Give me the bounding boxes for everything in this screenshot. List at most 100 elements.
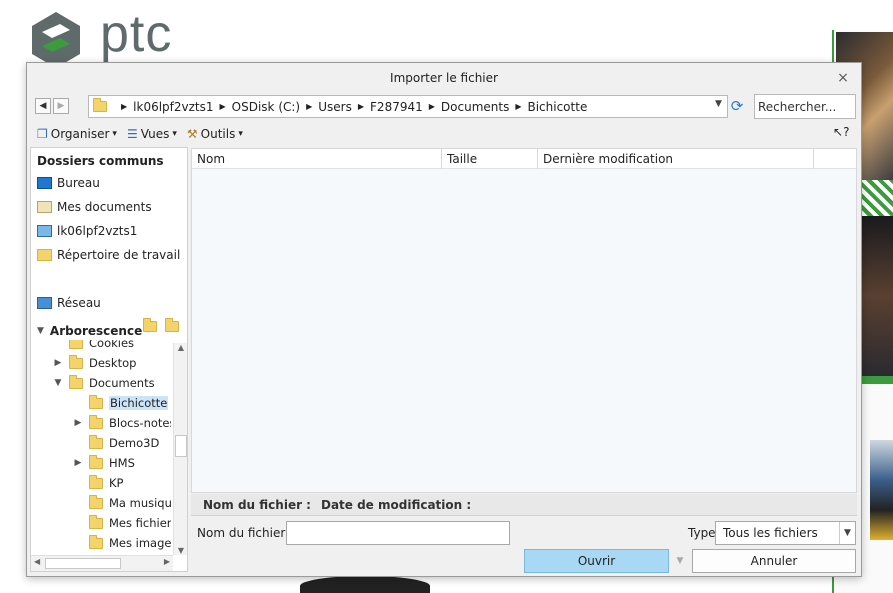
common-folder-label: lk06lpf2vzts1	[57, 224, 138, 238]
breadcrumb-separator-icon[interactable]: ▶	[121, 102, 127, 111]
breadcrumb-separator-icon[interactable]: ▶	[429, 102, 435, 111]
chevron-down-icon: ▾	[112, 129, 117, 139]
column-name[interactable]: Nom	[192, 149, 442, 169]
ptc-logo-text: ptc	[100, 5, 173, 63]
address-dropdown-icon[interactable]: ▼	[715, 99, 722, 109]
tools-label: Outils	[200, 127, 236, 141]
collapse-triangle-icon[interactable]: ▼	[53, 378, 63, 388]
new-folder-icon[interactable]	[143, 318, 159, 335]
tree-node[interactable]: Mes images	[73, 534, 171, 550]
desktop-icon	[37, 177, 52, 189]
file-list-header: Nom Taille Dernière modification	[192, 149, 856, 169]
tree-horizontal-scrollbar[interactable]: ◀ ▶	[31, 555, 173, 571]
folder-icon	[89, 394, 103, 409]
scroll-right-icon[interactable]: ▶	[164, 557, 170, 566]
common-folder-label: Répertoire de travail	[57, 248, 181, 262]
scroll-up-icon[interactable]: ▲	[174, 343, 188, 352]
common-folder-my-documents[interactable]: Mes documents	[37, 200, 152, 214]
type-select[interactable]: Tous les fichiers ▼	[715, 521, 856, 545]
tree-node[interactable]: KP	[73, 474, 123, 490]
column-modified[interactable]: Dernière modification	[538, 149, 814, 169]
organize-icon: ❐	[37, 127, 48, 141]
filename-label: Nom du fichier :	[197, 526, 294, 540]
organize-label: Organiser	[50, 127, 110, 141]
folder-icon	[93, 98, 107, 112]
file-info-bar: Nom du fichier : Date de modification :	[191, 494, 857, 516]
breadcrumb-separator-icon[interactable]: ▶	[220, 102, 226, 111]
type-value: Tous les fichiers	[723, 526, 818, 540]
folder-browse-icon[interactable]	[165, 318, 181, 335]
tree-node[interactable]: ▶ HMS	[73, 454, 135, 470]
help-pointer-icon[interactable]: ↖?	[833, 125, 849, 139]
views-menu[interactable]: ☰ Vues ▾	[127, 127, 177, 141]
tree-vertical-scrollbar[interactable]: ▲ ▼	[173, 343, 187, 555]
folder-icon	[69, 374, 83, 389]
background-image-part	[870, 440, 893, 540]
breadcrumb-separator-icon[interactable]: ▶	[306, 102, 312, 111]
chevron-down-icon[interactable]: ▼	[839, 522, 855, 544]
tree-heading[interactable]: ▼ Arborescence	[37, 324, 142, 338]
refresh-icon[interactable]: ⟳	[728, 97, 746, 116]
folder-tree: Cookies ▶ Desktop ▼ Documents Bichicotte ▶…	[31, 340, 171, 552]
expand-triangle-icon[interactable]: ▶	[73, 458, 83, 468]
common-folder-working-directory[interactable]: Répertoire de travail	[37, 248, 180, 262]
screen: ptc Importer le fichier × ◀ ▶ ▶ lk06lpf2…	[0, 0, 893, 593]
background-image-seat	[862, 216, 893, 376]
file-list[interactable]: Nom Taille Dernière modification	[191, 148, 857, 493]
tree-node[interactable]: Ma musique	[73, 494, 171, 510]
tree-node[interactable]: ▼ Documents	[53, 374, 155, 390]
common-folder-computer[interactable]: lk06lpf2vzts1	[37, 224, 137, 238]
common-folder-network[interactable]: Réseau	[37, 296, 101, 310]
breadcrumb-disk[interactable]: OSDisk (C:)	[232, 100, 300, 114]
tree-title: Arborescence	[49, 324, 143, 338]
back-arrow-icon[interactable]: ◀	[35, 98, 51, 114]
chevron-down-icon: ▾	[238, 129, 243, 139]
organize-menu[interactable]: ❐ Organiser ▾	[37, 127, 117, 141]
forward-arrow-icon[interactable]: ▶	[53, 98, 69, 114]
info-date-label: Date de modification :	[320, 497, 472, 512]
breadcrumb-separator-icon[interactable]: ▶	[358, 102, 364, 111]
close-button[interactable]: ×	[833, 63, 853, 93]
open-button[interactable]: Ouvrir	[524, 549, 669, 573]
documents-icon	[37, 201, 52, 213]
tree-node[interactable]: Cookies	[53, 340, 134, 350]
breadcrumb-separator-icon[interactable]: ▶	[515, 102, 521, 111]
tree-node[interactable]: Demo3D	[73, 434, 159, 450]
navigation-panel: Dossiers communs Bureau Mes documents lk…	[30, 147, 188, 572]
working-directory-icon	[37, 249, 52, 261]
import-file-dialog: Importer le fichier × ◀ ▶ ▶ lk06lpf2vzts…	[26, 62, 862, 577]
tools-menu[interactable]: ⚒ Outils ▾	[187, 127, 243, 141]
info-filename-label: Nom du fichier :	[203, 497, 311, 512]
folder-icon	[89, 514, 103, 529]
scrollbar-thumb[interactable]	[175, 435, 187, 457]
background-shape	[300, 576, 430, 593]
column-size[interactable]: Taille	[442, 149, 538, 169]
breadcrumb-documents[interactable]: Documents	[441, 100, 509, 114]
common-folder-label: Bureau	[57, 176, 100, 190]
tree-node[interactable]: Mes fichiers	[73, 514, 171, 530]
common-folder-label: Mes documents	[57, 200, 152, 214]
breadcrumb-users[interactable]: Users	[318, 100, 352, 114]
scroll-left-icon[interactable]: ◀	[34, 557, 40, 566]
search-input[interactable]	[754, 94, 856, 119]
scrollbar-thumb[interactable]	[45, 558, 121, 569]
common-folders-heading: Dossiers communs	[37, 154, 164, 168]
breadcrumb-computer[interactable]: lk06lpf2vzts1	[133, 100, 213, 114]
folder-icon	[89, 494, 103, 509]
tree-node[interactable]: ▶ Blocs-notes	[73, 414, 171, 430]
expand-triangle-icon[interactable]: ▶	[53, 358, 63, 368]
folder-icon	[89, 414, 103, 429]
filename-input[interactable]	[286, 521, 510, 545]
address-bar[interactable]: ▶ lk06lpf2vzts1 ▶ OSDisk (C:) ▶ Users ▶ …	[88, 95, 728, 118]
open-options-chevron-icon[interactable]: ▼	[672, 549, 688, 573]
folder-icon	[89, 474, 103, 489]
cancel-button[interactable]: Annuler	[692, 549, 856, 573]
breadcrumb-bichicotte[interactable]: Bichicotte	[527, 100, 587, 114]
scroll-down-icon[interactable]: ▼	[174, 546, 188, 555]
tree-node[interactable]: ▶ Desktop	[53, 354, 136, 370]
expand-triangle-icon[interactable]: ▶	[73, 418, 83, 428]
tree-node-selected[interactable]: Bichicotte	[73, 394, 169, 410]
breadcrumb-user[interactable]: F287941	[370, 100, 423, 114]
collapse-triangle-icon[interactable]: ▼	[37, 326, 44, 336]
common-folder-desktop[interactable]: Bureau	[37, 176, 100, 190]
